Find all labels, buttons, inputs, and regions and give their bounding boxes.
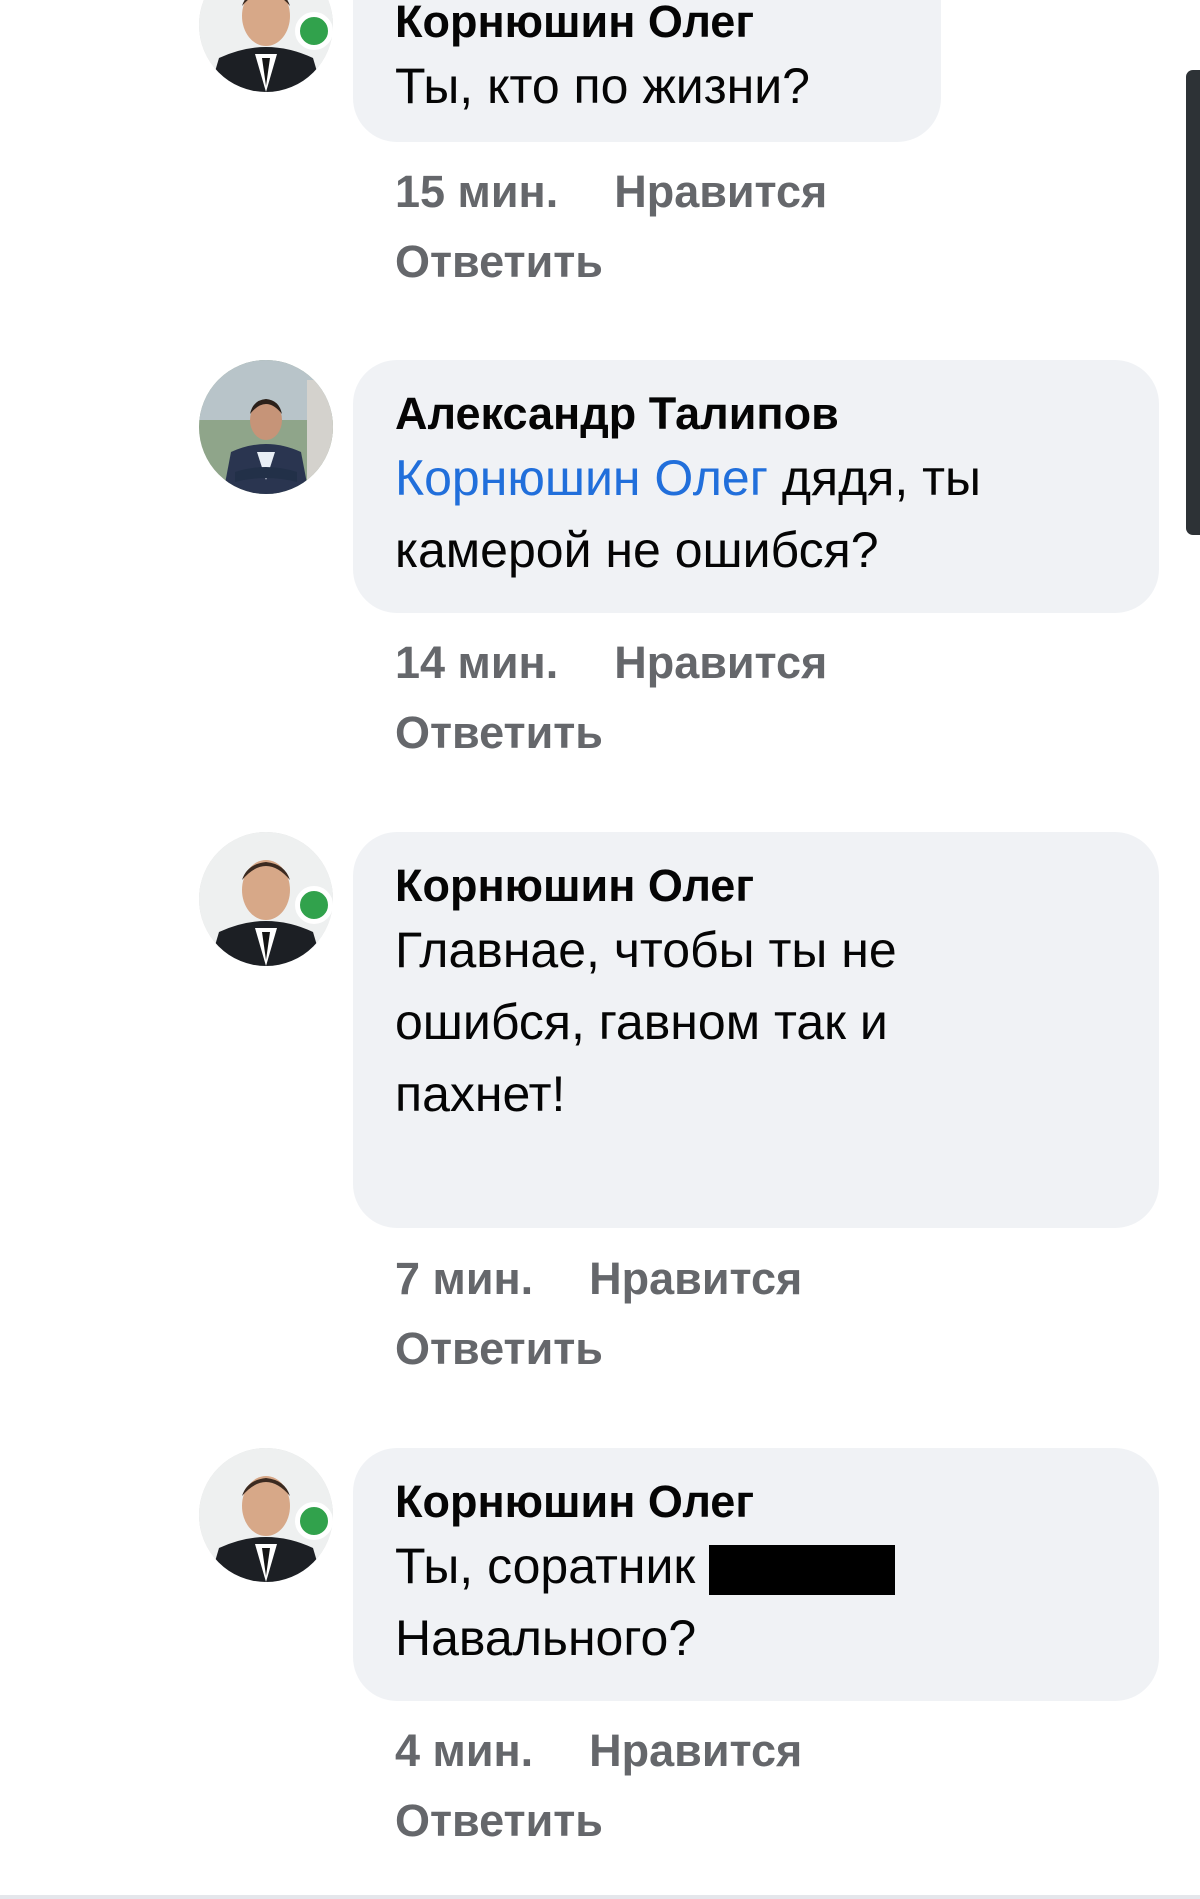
- person-photo-icon: [199, 360, 333, 494]
- comment-bubble[interactable]: Корнюшин Олег Ты, соратник Навального?: [353, 1448, 1159, 1701]
- avatar[interactable]: [199, 360, 333, 494]
- redaction-bar: [709, 1545, 896, 1595]
- avatar[interactable]: [199, 1448, 333, 1582]
- comment-text: Главнае, чтобы ты не ошибся, гавном так …: [395, 922, 897, 1122]
- reply-button[interactable]: Ответить: [395, 227, 827, 297]
- comment-actions: 4 мин. Нравится Ответить: [395, 1716, 802, 1856]
- comment-bubble[interactable]: Корнюшин Олег Главнае, чтобы ты не ошибс…: [353, 832, 1159, 1228]
- like-button[interactable]: Нравится: [589, 1725, 802, 1776]
- comment-author[interactable]: Александр Талипов: [395, 386, 1119, 442]
- reply-button[interactable]: Ответить: [395, 1786, 802, 1856]
- comment-author[interactable]: Корнюшин Олег: [395, 0, 901, 50]
- comment-author[interactable]: Корнюшин Олег: [395, 858, 1119, 914]
- avatar[interactable]: [199, 832, 333, 966]
- like-button[interactable]: Нравится: [589, 1253, 802, 1304]
- comment-actions: 15 мин. Нравится Ответить: [395, 157, 827, 297]
- user-mention-link[interactable]: Корнюшин Олег: [395, 450, 768, 506]
- comment-text-body: Навального?: [395, 1610, 697, 1666]
- comment-text: Ты, соратник Навального?: [395, 1530, 1119, 1674]
- comment-text: Корнюшин Олег дядя, ты камерой не ошибся…: [395, 442, 1119, 586]
- online-status-icon: [295, 886, 333, 924]
- online-status-icon: [295, 12, 333, 50]
- comment-time[interactable]: 7 мин.: [395, 1253, 533, 1304]
- scrollbar-thumb[interactable]: [1186, 70, 1200, 535]
- comment-text-body: Ты, соратник: [395, 1538, 710, 1594]
- like-button[interactable]: Нравится: [614, 166, 827, 217]
- divider: [0, 1895, 1200, 1899]
- comment-actions: 14 мин. Нравится Ответить: [395, 628, 827, 768]
- like-button[interactable]: Нравится: [614, 637, 827, 688]
- comment-bubble[interactable]: Александр Талипов Корнюшин Олег дядя, ты…: [353, 360, 1159, 613]
- reply-button[interactable]: Ответить: [395, 698, 827, 768]
- comment-time[interactable]: 15 мин.: [395, 166, 558, 217]
- comments-thread: Корнюшин Олег Ты, кто по жизни? 15 мин. Н…: [0, 0, 1200, 1899]
- comment-author[interactable]: Корнюшин Олег: [395, 1474, 1119, 1530]
- avatar[interactable]: [199, 0, 333, 92]
- reply-button[interactable]: Ответить: [395, 1314, 802, 1384]
- comment-time[interactable]: 14 мин.: [395, 637, 558, 688]
- comment-text: Ты, кто по жизни?: [395, 58, 810, 114]
- comment-bubble[interactable]: Корнюшин Олег Ты, кто по жизни?: [353, 0, 941, 142]
- comment-time[interactable]: 4 мин.: [395, 1725, 533, 1776]
- online-status-icon: [295, 1502, 333, 1540]
- comment-actions: 7 мин. Нравится Ответить: [395, 1244, 802, 1384]
